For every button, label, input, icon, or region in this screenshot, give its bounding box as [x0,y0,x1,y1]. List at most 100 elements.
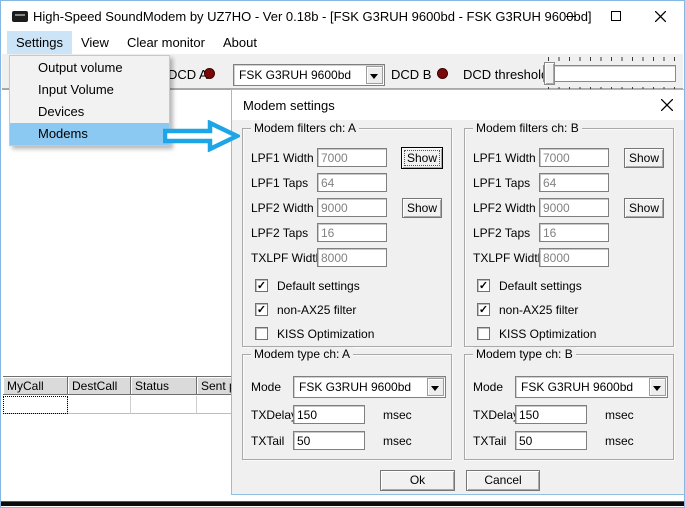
maximize-icon [610,11,621,21]
window-bottom-edge [1,501,684,506]
txlpf-width-input-b[interactable] [539,248,609,267]
dcd-a-led-icon [204,68,215,79]
menu-settings[interactable]: Settings [7,31,72,54]
mode-combo-a[interactable]: FSK G3RUH 9600bd [293,376,446,398]
dialog-title: Modem settings [243,98,335,113]
txdelay-label-a: TXDelay [251,408,298,422]
menubar: Settings View Clear monitor About [2,31,683,54]
non-ax25-filter-label-b: non-AX25 filter [499,303,579,317]
dcd-threshold-label: DCD threshold [463,67,549,82]
close-button[interactable] [638,1,683,31]
dcd-a-label: DCD A [168,67,208,82]
combo-dropdown-button[interactable] [649,378,666,396]
lpf2-width-label-b: LPF2 Width [473,201,536,215]
kiss-optimization-checkbox-b[interactable] [477,327,490,340]
lpf1-taps-input-b[interactable] [539,173,609,192]
show-lpf2-button-a[interactable]: Show [402,198,442,218]
menu-item-modems[interactable]: Modems [10,123,169,145]
mode-label-a: Mode [251,380,282,394]
slider-ticks-top [548,57,675,61]
non-ax25-filter-checkbox-a[interactable]: ✓ [255,303,268,316]
type-group-b: Modem type ch: B Mode FSK G3RUH 9600bd T… [464,347,674,460]
filters-group-b: Modem filters ch: B LPF1 Width Show LPF1… [464,121,674,347]
filters-group-a: Modem filters ch: A LPF1 Width Show LPF1… [242,121,452,347]
txdelay-unit-a: msec [383,408,412,422]
lpf2-taps-label-a: LPF2 Taps [251,226,309,240]
non-ax25-filter-label-a: non-AX25 filter [277,303,357,317]
kiss-optimization-label-b: KISS Optimization [499,327,597,341]
txtail-label-b: TXTail [473,434,507,448]
default-settings-label-a: Default settings [277,279,360,293]
kiss-optimization-label-a: KISS Optimization [277,327,375,341]
show-lpf1-button-a[interactable]: Show [401,147,443,169]
menu-about[interactable]: About [214,31,266,54]
menu-item-output-volume[interactable]: Output volume [10,57,169,79]
txtail-unit-a: msec [383,434,412,448]
default-settings-checkbox-b[interactable]: ✓ [477,279,490,292]
modem-select-value: FSK G3RUH 9600bd [239,68,352,82]
txlpf-width-input-a[interactable] [317,248,387,267]
mode-combo-b[interactable]: FSK G3RUH 9600bd [515,376,668,398]
filters-group-b-title: Modem filters ch: B [473,121,582,135]
chevron-down-icon [431,386,439,391]
txtail-input-b[interactable] [515,431,587,450]
type-group-a: Modem type ch: A Mode FSK G3RUH 9600bd T… [242,347,452,460]
minimize-button[interactable] [548,1,593,31]
minimize-icon [565,15,576,17]
type-group-a-title: Modem type ch: A [251,347,354,361]
grid-cell-focused[interactable] [3,396,68,414]
grid-header-destcall[interactable]: DestCall [68,377,131,395]
window-title: High-Speed SoundModem by UZ7HO - Ver 0.1… [33,9,592,24]
app-window: High-Speed SoundModem by UZ7HO - Ver 0.1… [0,0,685,508]
show-lpf2-button-b[interactable]: Show [624,198,664,218]
show-lpf1-button-b[interactable]: Show [624,148,664,168]
lpf1-width-label-b: LPF1 Width [473,151,536,165]
lpf1-taps-input-a[interactable] [317,173,387,192]
maximize-button[interactable] [593,1,638,31]
grid-header-status[interactable]: Status [131,377,197,395]
default-settings-checkbox-a[interactable]: ✓ [255,279,268,292]
lpf2-width-input-b[interactable] [539,198,609,217]
modem-settings-dialog: Modem settings Modem filters ch: A LPF1 … [231,89,684,495]
app-icon [12,11,28,22]
lpf2-width-label-a: LPF2 Width [251,201,314,215]
default-settings-label-b: Default settings [499,279,582,293]
filters-group-a-title: Modem filters ch: A [251,121,360,135]
mode-label-b: Mode [473,380,504,394]
combo-dropdown-button[interactable] [366,66,383,84]
lpf1-width-input-a[interactable] [317,148,387,167]
dcd-threshold-slider[interactable] [543,57,676,91]
kiss-optimization-checkbox-a[interactable] [255,327,268,340]
mode-value-b: FSK G3RUH 9600bd [521,380,634,394]
txdelay-input-b[interactable] [515,405,587,424]
lpf1-width-input-b[interactable] [539,148,609,167]
lpf2-taps-input-b[interactable] [539,223,609,242]
chevron-down-icon [653,386,661,391]
settings-dropdown-menu: Output volume Input Volume Devices Modem… [9,55,170,146]
modem-select-combo[interactable]: FSK G3RUH 9600bd [233,64,385,86]
ok-button[interactable]: Ok [380,470,455,491]
menu-view[interactable]: View [72,31,118,54]
cancel-button[interactable]: Cancel [466,470,540,491]
annotation-arrow-icon [163,120,240,152]
menu-item-input-volume[interactable]: Input Volume [10,79,169,101]
grid-header-mycall[interactable]: MyCall [3,377,68,395]
txtail-input-a[interactable] [293,431,365,450]
lpf2-width-input-a[interactable] [317,198,387,217]
dialog-titlebar[interactable]: Modem settings [232,90,684,120]
non-ax25-filter-checkbox-b[interactable]: ✓ [477,303,490,316]
dialog-close-button[interactable] [660,98,674,114]
combo-dropdown-button[interactable] [427,378,444,396]
menu-item-devices[interactable]: Devices [10,101,169,123]
lpf2-taps-input-a[interactable] [317,223,387,242]
grid-cell[interactable] [68,396,131,414]
grid-cell[interactable] [131,396,197,414]
slider-track[interactable] [543,65,676,82]
titlebar[interactable]: High-Speed SoundModem by UZ7HO - Ver 0.1… [1,1,684,31]
txdelay-unit-b: msec [605,408,634,422]
txtail-label-a: TXTail [251,434,285,448]
txdelay-input-a[interactable] [293,405,365,424]
menu-clear-monitor[interactable]: Clear monitor [118,31,214,54]
close-icon [660,98,674,112]
slider-handle[interactable] [544,62,555,85]
